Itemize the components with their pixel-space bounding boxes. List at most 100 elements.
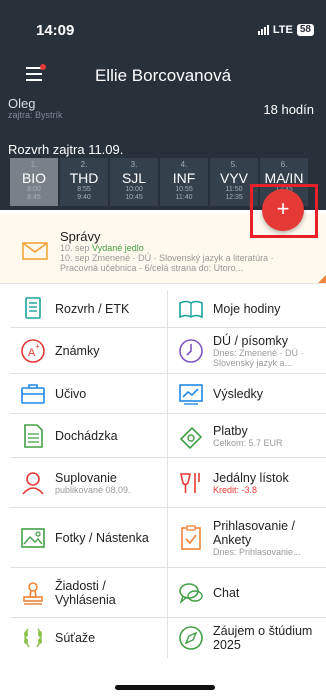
tile-timetable[interactable]: Rozvrh / ETK xyxy=(10,290,168,328)
tile-competitions[interactable]: Súťaže xyxy=(10,618,168,658)
hours-count: 18 hodín xyxy=(263,102,314,117)
tile-label: Platby xyxy=(213,423,248,438)
tile-photos[interactable]: Fotky / Nástenka xyxy=(10,508,168,568)
cutlery-icon xyxy=(180,472,200,493)
timetable-icon xyxy=(25,296,41,319)
tile-label: Záujem o štúdium xyxy=(213,624,313,638)
envelope-icon xyxy=(22,242,48,260)
lesson-3[interactable]: 3. SJL 10:00 10:45 xyxy=(110,158,158,206)
lesson-1[interactable]: 1. BIO 8:00 8:45 xyxy=(10,158,58,206)
tile-sub: Dnes: Prihlasovanie... xyxy=(213,546,301,557)
page-title[interactable]: Ellie Borcovanová xyxy=(0,66,326,86)
lesson-end: 8:45 xyxy=(27,194,41,201)
lesson-start: 10:00 xyxy=(125,186,143,193)
tile-chat[interactable]: Chat xyxy=(168,568,326,618)
tile-homework[interactable]: DÚ / písomky Dnes: Zmenené · DÚ · Sloven… xyxy=(168,328,326,374)
tile-sub: Dnes: Zmenené · DÚ · xyxy=(213,347,304,358)
tile-label: Rozvrh / ETK xyxy=(55,301,130,316)
compass-icon xyxy=(179,626,203,650)
account-subtitle: zajtra: Bystrík xyxy=(8,110,63,120)
lesson-number: 2. xyxy=(80,160,88,169)
tile-label: DÚ / písomky xyxy=(213,333,289,348)
message-text: Zmenené · DÚ · Slovenský jazyk a literat… xyxy=(92,253,274,263)
signal-icon xyxy=(257,25,269,35)
lesson-start: 10:55 xyxy=(175,186,193,193)
tile-label: Žiadosti / xyxy=(55,578,106,593)
message-date: 10. sep xyxy=(60,253,90,263)
lesson-2[interactable]: 2. THD 8:55 9:40 xyxy=(60,158,108,206)
tile-label: Fotky / Nástenka xyxy=(55,530,149,545)
tile-label: Jedálny lístok xyxy=(213,470,289,485)
app-header: Ellie Borcovanová xyxy=(0,58,326,92)
tile-label-2: Vyhlásenia xyxy=(55,592,116,607)
tile-requests[interactable]: Žiadosti / Vyhlásenia xyxy=(10,568,168,618)
lesson-number: 4. xyxy=(180,160,188,169)
lesson-subject: THD xyxy=(69,170,99,186)
tile-curriculum[interactable]: Učivo xyxy=(10,374,168,414)
survey-icon xyxy=(181,524,201,550)
tile-label: Dochádzka xyxy=(55,428,118,443)
lesson-number: 3. xyxy=(130,160,138,169)
clock-icon xyxy=(179,338,203,363)
tile-grades[interactable]: A + Známky xyxy=(10,328,168,374)
payment-icon xyxy=(179,426,203,449)
message-date: 10. sep xyxy=(60,243,90,253)
tile-menu[interactable]: Jedálny lístok Kredit: -3.8 xyxy=(168,458,326,508)
lesson-number: 1. xyxy=(30,160,38,169)
message-text: Vydané jedlo xyxy=(92,243,144,253)
tile-label: Moje hodiny xyxy=(213,301,281,316)
tile-label: Známky xyxy=(55,343,100,358)
battery-icon: 58 xyxy=(296,24,314,36)
tile-sub: publikované 08.09. xyxy=(55,484,131,495)
tile-label: Učivo xyxy=(55,386,87,401)
results-icon xyxy=(179,383,203,405)
account-name: Oleg xyxy=(8,96,36,111)
tile-label: Súťaže xyxy=(55,631,96,645)
tile-my-lessons[interactable]: Moje hodiny xyxy=(168,290,326,328)
tile-label-2: Ankety xyxy=(213,532,252,547)
schedule-label: Rozvrh zajtra 11.09. xyxy=(8,142,124,157)
substitution-icon xyxy=(22,471,44,495)
corner-marker xyxy=(318,275,326,283)
message-row-2[interactable]: 10. sep Zmenené · DÚ · Slovenský jazyk a… xyxy=(60,253,274,263)
lesson-start: 8:00 xyxy=(27,186,41,193)
lesson-number: 6. xyxy=(280,160,288,169)
svg-text:+: + xyxy=(35,342,40,351)
briefcase-icon xyxy=(21,383,45,404)
lesson-end: 9:40 xyxy=(77,194,91,201)
tile-payments[interactable]: Platby Celkom: 5.7 EUR xyxy=(168,414,326,458)
message-row-1[interactable]: 10. sep Vydané jedlo xyxy=(60,243,144,253)
tile-label: Prihlasovanie / xyxy=(213,518,295,533)
lesson-number: 5. xyxy=(230,160,238,169)
status-icons: LTE 58 xyxy=(257,24,314,36)
messages-title: Správy xyxy=(60,229,101,244)
tile-sub: Kredit: -3.8 xyxy=(213,484,258,495)
tile-substitution[interactable]: Suplovanie publikované 08.09. xyxy=(10,458,168,508)
attendance-icon xyxy=(24,423,43,448)
lesson-subject: INF xyxy=(172,170,196,186)
book-icon xyxy=(179,300,203,318)
tile-surveys[interactable]: Prihlasovanie / Ankety Dnes: Prihlasovan… xyxy=(168,508,326,568)
lesson-subject: BIO xyxy=(21,170,47,186)
tile-label: Suplovanie xyxy=(55,470,117,485)
tile-results[interactable]: Výsledky xyxy=(168,374,326,414)
chat-icon xyxy=(179,582,203,604)
lesson-start: 8:55 xyxy=(77,186,91,193)
account-bar[interactable]: Oleg zajtra: Bystrík 18 hodín xyxy=(0,92,326,134)
lesson-end: 10:45 xyxy=(125,194,143,201)
tile-sub-2: Slovenský jazyk a... xyxy=(213,357,293,368)
tile-study-interest[interactable]: Záujem o štúdium 2025 xyxy=(168,618,326,658)
home-indicator[interactable] xyxy=(115,685,215,690)
tile-label-2: 2025 xyxy=(213,638,241,652)
tile-label: Chat xyxy=(213,585,240,600)
tile-sub: Celkom: 5.7 EUR xyxy=(213,437,283,448)
add-button[interactable]: + xyxy=(262,189,304,231)
message-row-2-cont: Pracovná učebnica - 6/celá strana do: Ut… xyxy=(60,263,244,273)
tile-label: Výsledky xyxy=(213,386,264,401)
tile-attendance[interactable]: Dochádzka xyxy=(10,414,168,458)
lesson-4[interactable]: 4. INF 10:55 11:40 xyxy=(160,158,208,206)
network-type: LTE xyxy=(272,24,293,36)
lesson-subject: SJL xyxy=(121,170,147,186)
laurel-icon xyxy=(24,628,42,648)
clock: 14:09 xyxy=(36,22,75,39)
